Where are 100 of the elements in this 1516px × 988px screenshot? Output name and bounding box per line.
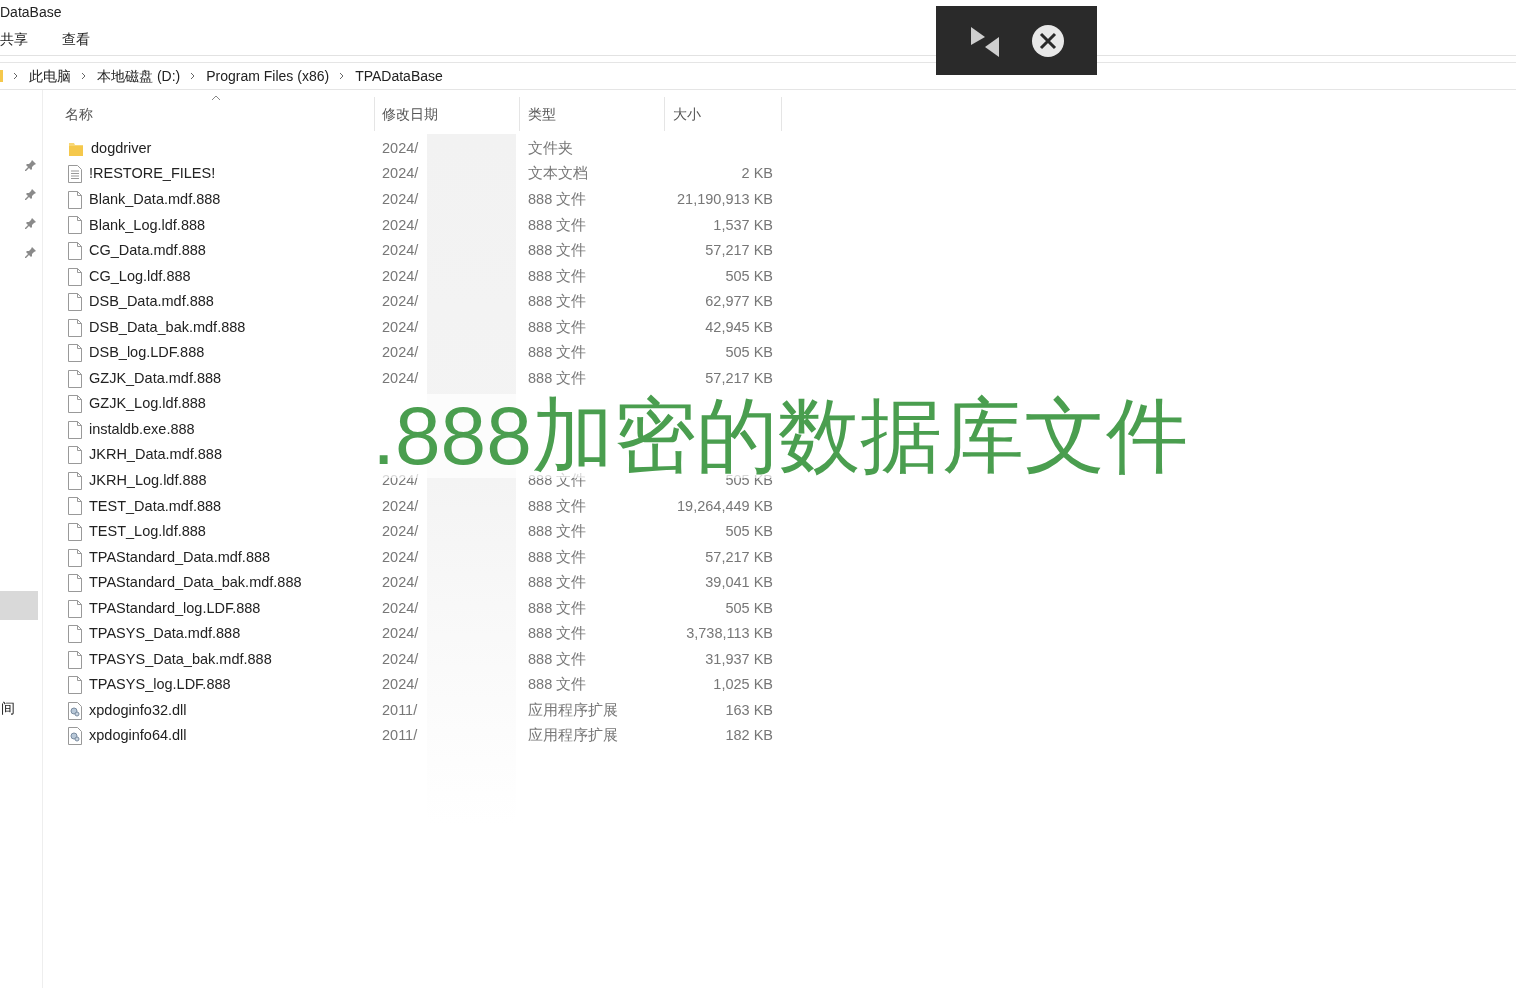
size-cell: 505 KB — [725, 344, 773, 361]
file-name[interactable]: TPASYS_Data.mdf.888 — [89, 623, 241, 646]
file-icon — [68, 650, 82, 669]
date-cell: 2024/ — [382, 191, 419, 207]
file-name[interactable]: !RESTORE_FILES! — [89, 163, 216, 186]
file-icon — [68, 446, 82, 465]
pin-icon[interactable] — [25, 245, 37, 258]
sort-caret-icon — [211, 95, 221, 101]
file-icon — [68, 293, 82, 312]
type-cell: 文件夹 — [528, 139, 573, 156]
column-header[interactable]: 大小 — [665, 97, 782, 131]
breadcrumb-item[interactable]: 此电脑 — [29, 65, 71, 87]
file-name[interactable]: CG_Data.mdf.888 — [89, 240, 206, 262]
type-cell: 888 文件 — [528, 293, 587, 310]
size-cell: 57,217 KB — [705, 369, 773, 386]
type-cell: 888 文件 — [528, 318, 587, 335]
file-icon — [68, 676, 82, 695]
file-name[interactable]: DSB_log.LDF.888 — [89, 342, 205, 364]
type-cell: 应用程序扩展 — [528, 727, 618, 744]
size-cell: 62,977 KB — [705, 293, 773, 310]
date-cell: 2024/ — [382, 574, 419, 591]
column-header[interactable]: 类型 — [520, 97, 665, 131]
date-cell: 2011/ — [382, 727, 418, 744]
file-name[interactable]: TPAStandard_Data_bak.mdf.888 — [89, 572, 302, 594]
date-cell: 2024/ — [382, 139, 419, 156]
size-cell: 39,041 KB — [705, 574, 773, 591]
type-cell: 888 文件 — [528, 523, 587, 540]
type-cell: 888 文件 — [528, 369, 587, 386]
breadcrumb-item[interactable]: TPADataBase — [355, 65, 443, 87]
gear-file-icon — [68, 727, 82, 746]
size-cell: 21,190,913 KB — [677, 191, 773, 207]
size-cell: 505 KB — [725, 523, 773, 540]
pin-icon[interactable] — [25, 158, 37, 171]
pin-icon[interactable] — [25, 216, 37, 229]
ribbon-tab[interactable]: 共享 — [0, 29, 28, 50]
collapse-icon[interactable] — [968, 24, 1001, 57]
type-cell: 888 文件 — [528, 625, 587, 642]
size-cell: 1,537 KB — [713, 216, 773, 233]
ribbon-tab[interactable]: 查看 — [62, 29, 90, 50]
file-name[interactable]: TEST_Data.mdf.888 — [89, 495, 222, 518]
breadcrumb-item[interactable]: Program Files (x86) — [206, 65, 330, 87]
file-name[interactable]: dogdriver — [91, 137, 152, 160]
size-cell: 1,025 KB — [713, 676, 773, 693]
file-name[interactable]: Blank_Data.mdf.888 — [89, 189, 221, 211]
date-cell: 2024/ — [382, 369, 419, 386]
file-icon — [68, 190, 82, 209]
column-header[interactable]: 修改日期 — [375, 97, 520, 131]
file-name[interactable]: JKRH_Data.mdf.888 — [89, 444, 222, 467]
nav-label[interactable]: 间 — [0, 698, 42, 719]
gear-file-icon — [68, 701, 82, 720]
text-file-icon — [68, 165, 82, 184]
date-cell: 2024/ — [382, 625, 419, 642]
file-name[interactable]: CG_Log.ldf.888 — [89, 265, 191, 288]
file-name[interactable]: GZJK_Log.ldf.888 — [89, 393, 206, 416]
file-icon — [68, 216, 82, 235]
date-cell: 2024/ — [382, 267, 419, 284]
breadcrumb-item[interactable]: 本地磁盘 (D:) — [97, 65, 181, 87]
type-cell: 888 文件 — [528, 599, 587, 616]
pin-icon[interactable] — [25, 187, 37, 200]
file-name[interactable]: instaldb.exe.888 — [89, 418, 195, 441]
type-cell: 888 文件 — [528, 548, 587, 565]
size-cell: 57,217 KB — [705, 242, 773, 259]
type-cell: 888 文件 — [528, 216, 587, 233]
file-name[interactable]: TPAStandard_log.LDF.888 — [89, 597, 261, 620]
chevron-icon — [81, 72, 87, 80]
file-name[interactable]: TPASYS_log.LDF.888 — [89, 674, 231, 697]
file-name[interactable]: JKRH_Log.ldf.888 — [89, 470, 207, 492]
file-icon — [68, 369, 82, 388]
column-header[interactable]: 名称 — [43, 97, 375, 131]
type-cell: 888 文件 — [528, 191, 587, 207]
type-cell: 888 文件 — [528, 242, 587, 259]
size-cell: 57,217 KB — [705, 548, 773, 565]
chevron-icon — [339, 72, 346, 80]
close-icon[interactable] — [1030, 23, 1065, 58]
date-cell: 2024/ — [382, 676, 419, 693]
date-cell: 2024/ — [382, 599, 419, 616]
file-icon — [68, 522, 82, 541]
date-cell: 2024/ — [382, 293, 419, 310]
type-cell: 应用程序扩展 — [528, 701, 618, 718]
file-name[interactable]: xpdoginfo64.dll — [89, 725, 187, 748]
size-cell: 42,945 KB — [705, 318, 773, 335]
date-cell: 2024/ — [382, 650, 419, 667]
file-name[interactable]: TPASYS_Data_bak.mdf.888 — [89, 648, 272, 671]
date-cell: 2011/ — [382, 701, 418, 718]
file-name[interactable]: TEST_Log.ldf.888 — [89, 521, 206, 543]
file-name[interactable]: DSB_Data_bak.mdf.888 — [89, 316, 246, 339]
file-icon — [68, 599, 82, 618]
file-name[interactable]: DSB_Data.mdf.888 — [89, 291, 214, 313]
file-name[interactable]: GZJK_Data.mdf.888 — [89, 367, 222, 390]
file-name[interactable]: TPAStandard_Data.mdf.888 — [89, 546, 271, 569]
date-cell: 2024/ — [382, 472, 419, 488]
size-cell: 182 KB — [725, 727, 773, 744]
file-icon — [68, 267, 82, 286]
file-name[interactable]: xpdoginfo32.dll — [89, 699, 187, 722]
file-name[interactable]: Blank_Log.ldf.888 — [89, 214, 206, 237]
type-cell: 888 文件 — [528, 472, 587, 488]
type-cell: 888 文件 — [528, 574, 587, 591]
size-cell: 2 KB — [741, 165, 773, 182]
file-icon — [68, 625, 82, 644]
type-cell: 文本文档 — [528, 165, 588, 182]
